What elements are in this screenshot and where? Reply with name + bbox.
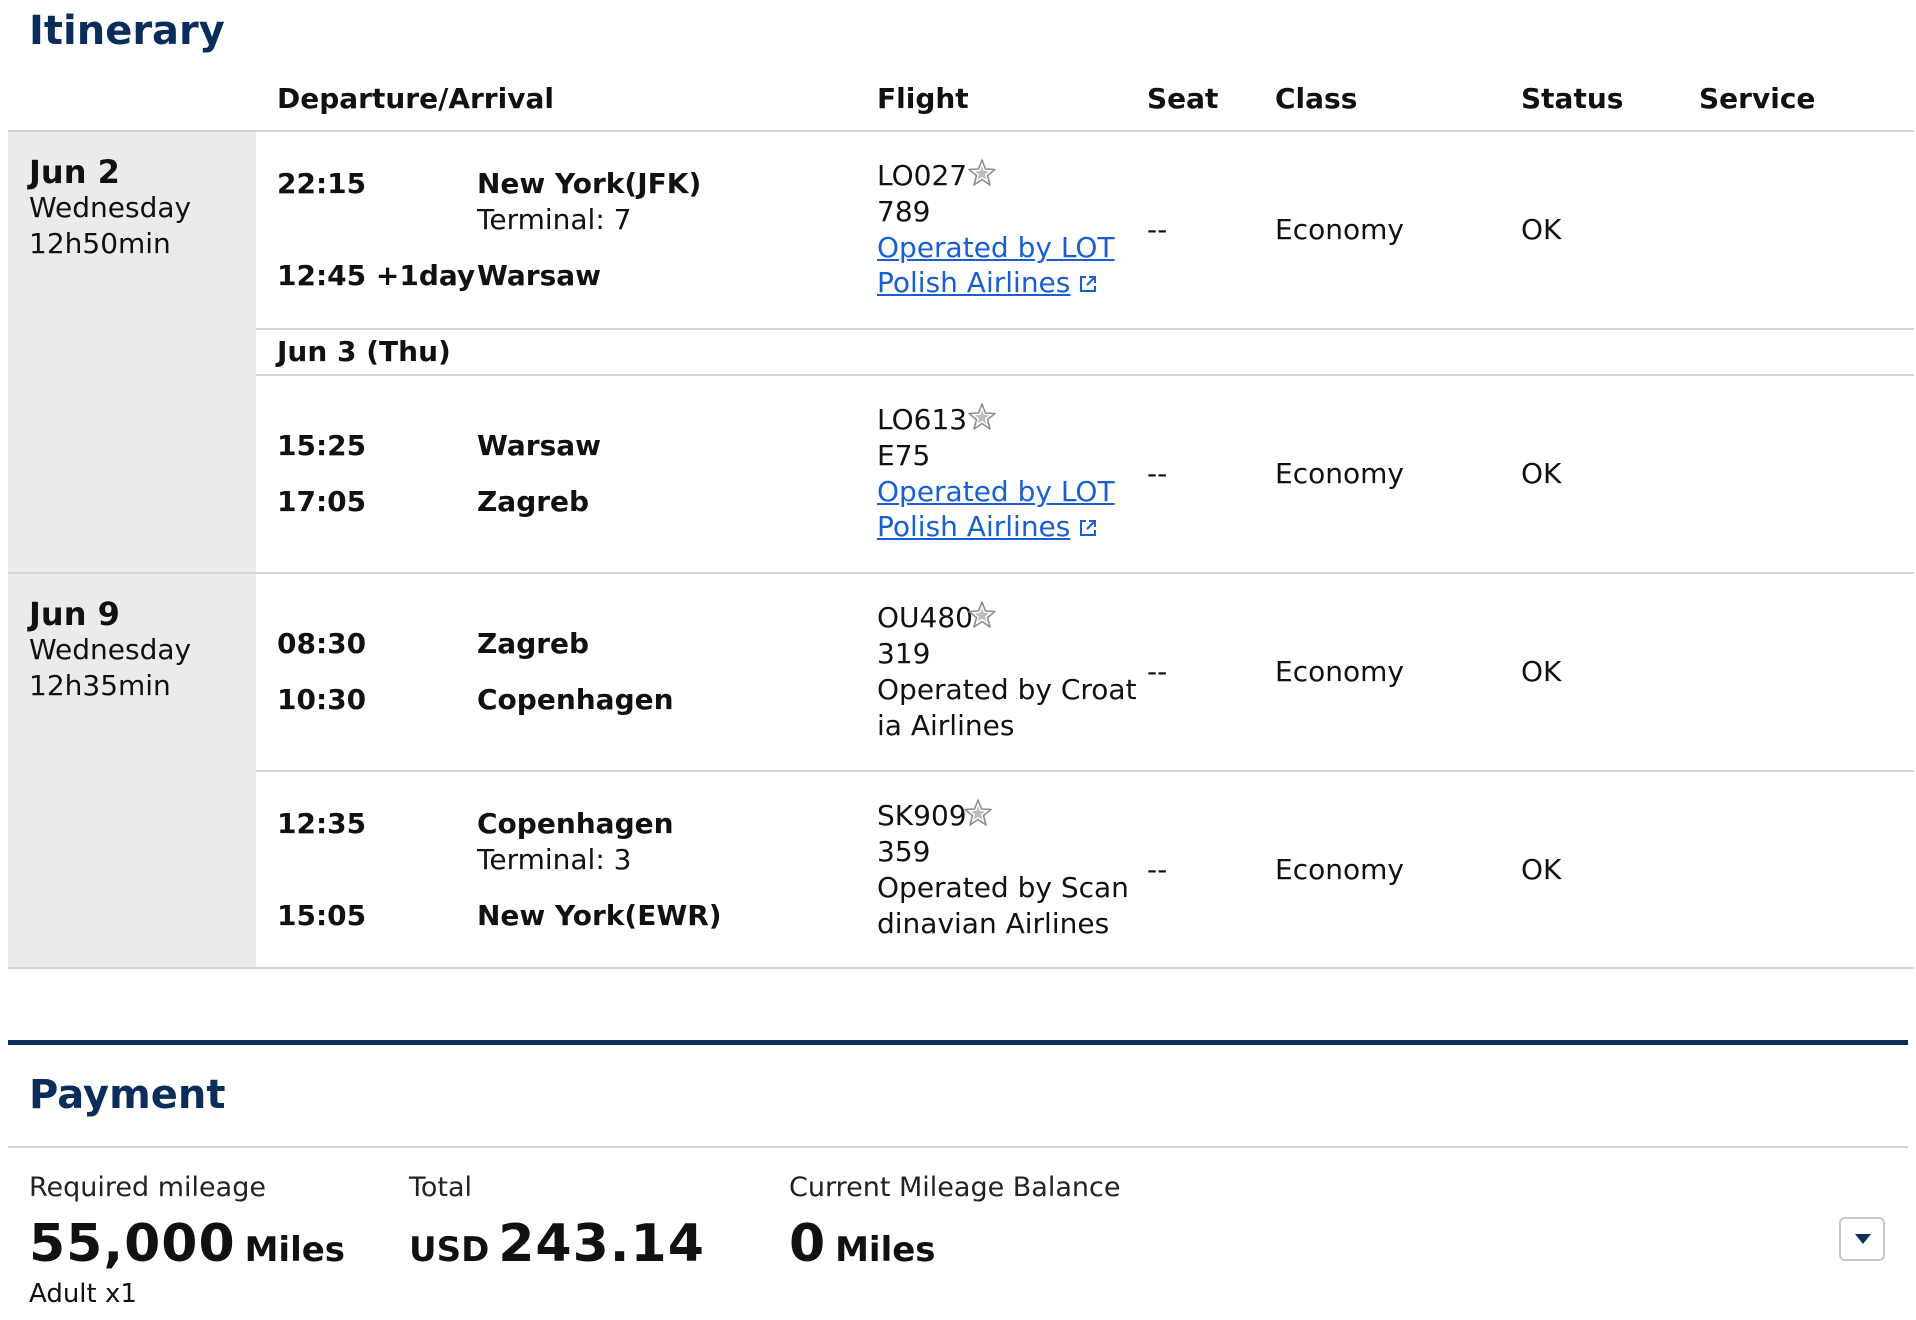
required-mileage-label: Required mileage: [29, 1172, 266, 1203]
segment-2-arrival-time: 17:05: [277, 485, 367, 518]
header-divider: [8, 130, 1914, 132]
segment-3-departure-time: 08:30: [277, 627, 367, 660]
balance-unit: Miles: [835, 1230, 936, 1270]
segment-2-status: OK: [1521, 457, 1562, 490]
segment-3-arrival-time: 10:30: [277, 683, 367, 716]
segment-1-arrival-city: Warsaw: [477, 259, 602, 292]
mileage-balance: 0 Miles: [789, 1214, 936, 1282]
segment-2-operator-link-cont[interactable]: Polish Airlines: [877, 510, 1070, 543]
column-service: Service: [1699, 82, 1816, 115]
external-link-icon[interactable]: [1078, 274, 1098, 294]
column-status: Status: [1521, 82, 1624, 115]
segment-1-departure-time: 22:15: [277, 167, 367, 200]
day-1-duration: 12h50min: [29, 227, 171, 260]
segment-3-departure-city: Zagreb: [477, 627, 590, 660]
segment-2-departure-time: 15:25: [277, 429, 367, 462]
balance-label: Current Mileage Balance: [789, 1172, 1121, 1203]
required-mileage: 55,000 Miles: [29, 1214, 345, 1282]
segment-4-arrival-time: 15:05: [277, 899, 367, 932]
column-flight: Flight: [877, 82, 969, 115]
segment-2-operator-link[interactable]: Operated by LOT: [877, 474, 1115, 510]
column-class: Class: [1275, 82, 1358, 115]
segment-4-aircraft: 359: [877, 835, 931, 868]
segment-1-class: Economy: [1275, 213, 1404, 246]
segment-4-seat: --: [1147, 853, 1168, 886]
segment-3-operator: Operated by Croat: [877, 673, 1137, 706]
day-1-weekday: Wednesday: [29, 191, 192, 224]
chevron-down-icon: [1855, 1234, 1871, 1244]
star-alliance-icon: [967, 402, 997, 432]
segment-4-arrival-city: New York(EWR): [477, 899, 722, 932]
segment-4-flight-number: SK909: [877, 799, 967, 832]
segment-1-departure-city: New York(JFK): [477, 167, 702, 200]
payment-details-toggle[interactable]: [1839, 1217, 1885, 1261]
segment-3-operator-cont: ia Airlines: [877, 709, 1015, 742]
passenger-count: Adult x1: [29, 1279, 137, 1309]
connection-date: Jun 3 (Thu): [277, 335, 451, 368]
segment-1-arrival-time: 12:45 +1day: [277, 259, 476, 292]
segment-3-arrival-city: Copenhagen: [477, 683, 674, 716]
segment-4-departure-terminal: Terminal: 3: [477, 843, 632, 876]
total-amount: USD 243.14: [409, 1214, 705, 1282]
column-departure-arrival: Departure/Arrival: [277, 82, 554, 115]
required-mileage-unit: Miles: [244, 1230, 346, 1270]
segment-4-status: OK: [1521, 853, 1562, 886]
payment-title: Payment: [29, 1072, 226, 1118]
segment-1-operator-link-cont[interactable]: Polish Airlines: [877, 266, 1070, 299]
day-2-duration: 12h35min: [29, 669, 171, 702]
external-link-icon[interactable]: [1078, 518, 1098, 538]
day-2-weekday: Wednesday: [29, 633, 192, 666]
segment-1-flight-number: LO027: [877, 159, 968, 192]
segment-2-flight-number: LO613: [877, 403, 968, 436]
total-currency: USD: [409, 1230, 490, 1270]
segment-4-departure-city: Copenhagen: [477, 807, 674, 840]
required-mileage-value: 55,000: [29, 1214, 236, 1274]
star-alliance-icon: [963, 798, 993, 828]
segment-1-operator-link[interactable]: Operated by LOT: [877, 230, 1115, 266]
star-alliance-icon: [967, 158, 997, 188]
segment-4-departure-time: 12:35: [277, 807, 367, 840]
segment-2-arrival-city: Zagreb: [477, 485, 590, 518]
segment-2-class: Economy: [1275, 457, 1404, 490]
segment-2-seat: --: [1147, 457, 1168, 490]
day-2-date: Jun 9: [29, 595, 120, 633]
itinerary-title: Itinerary: [29, 8, 225, 54]
segment-divider: [256, 770, 1914, 772]
segment-4-class: Economy: [1275, 853, 1404, 886]
segment-4-operator-cont: dinavian Airlines: [877, 907, 1110, 940]
segment-2-departure-city: Warsaw: [477, 429, 602, 462]
total-label: Total: [409, 1172, 473, 1203]
segment-3-aircraft: 319: [877, 637, 931, 670]
total-value: 243.14: [498, 1214, 705, 1274]
segment-1-seat: --: [1147, 213, 1168, 246]
star-alliance-icon: [967, 600, 997, 630]
table-bottom-divider: [8, 967, 1914, 969]
column-seat: Seat: [1147, 82, 1219, 115]
segment-divider: [256, 374, 1914, 376]
segment-1-aircraft: 789: [877, 195, 931, 228]
segment-2-aircraft: E75: [877, 439, 931, 472]
segment-3-status: OK: [1521, 655, 1562, 688]
segment-1-status: OK: [1521, 213, 1562, 246]
payment-section-bar: [8, 1040, 1908, 1045]
day-divider: [8, 572, 1914, 574]
balance-value: 0: [789, 1214, 827, 1274]
segment-3-seat: --: [1147, 655, 1168, 688]
segment-3-flight-number: OU480: [877, 601, 973, 634]
payment-divider: [8, 1146, 1908, 1148]
segment-3-class: Economy: [1275, 655, 1404, 688]
segment-4-operator: Operated by Scan: [877, 871, 1129, 904]
segment-1-departure-terminal: Terminal: 7: [477, 203, 632, 236]
day-1-date: Jun 2: [29, 153, 120, 191]
segment-divider: [256, 328, 1914, 330]
